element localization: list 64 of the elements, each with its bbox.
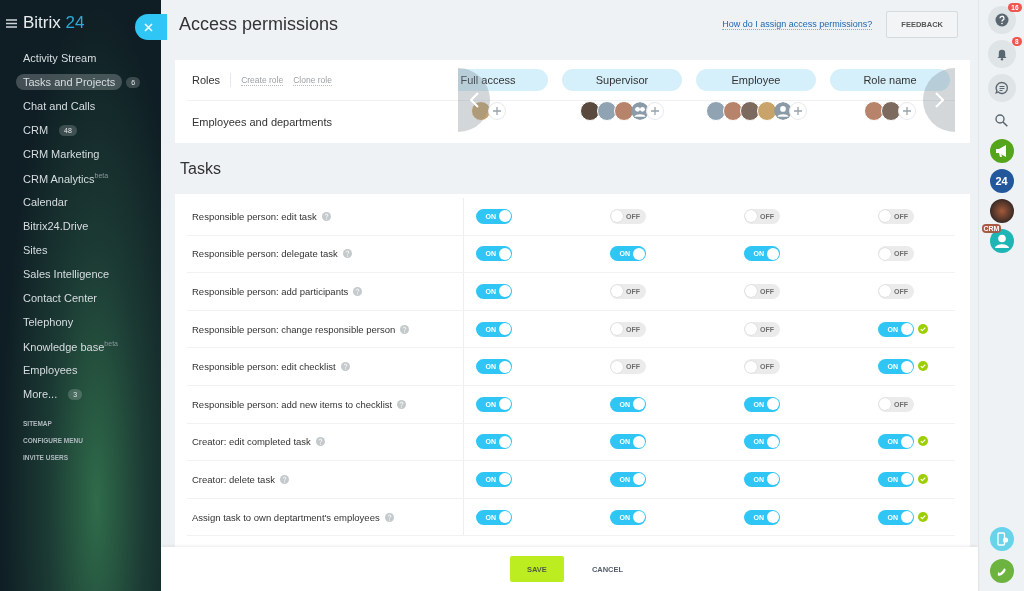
sidebar-item[interactable]: CRM Analytics$^{beta}$ <box>16 169 116 187</box>
help-link[interactable]: How do I assign access permissions? <box>722 18 873 30</box>
permission-label: Assign task to own deptartment's employees <box>192 511 380 523</box>
sidebar-item[interactable]: Knowledge base$^{beta}$ <box>16 337 125 355</box>
bell-icon[interactable] <box>987 40 1016 68</box>
chat-icon[interactable] <box>987 74 1016 102</box>
sidebar-item[interactable]: Tasks and Projects <box>16 74 123 90</box>
avatar-photo <box>470 101 491 121</box>
permission-label: Responsible person: add participants <box>192 286 349 297</box>
avatar-photo <box>614 101 634 121</box>
avatar-photo <box>739 101 760 121</box>
permission-label: Responsible person: edit task <box>192 210 317 222</box>
avatar-photo[interactable] <box>989 199 1014 223</box>
app-button[interactable]: 24 <box>989 169 1014 193</box>
avatar-photo <box>597 101 617 121</box>
add-member-icon[interactable] <box>788 102 807 120</box>
sidebar-item[interactable]: Contact Center <box>16 290 104 306</box>
sidebar-item[interactable]: More... <box>16 386 65 402</box>
sidebar-item[interactable]: Calendar <box>16 194 75 210</box>
permission-label: Responsible person: delegate task <box>192 248 338 260</box>
role-name-pill[interactable]: Employee <box>696 69 816 91</box>
avatar-photo <box>881 101 901 121</box>
permission-label: Creator: edit completed task <box>192 436 311 448</box>
sidebar-item[interactable]: Sales Intelligence <box>16 266 117 282</box>
sidebar-item[interactable]: Bitrix24.Drive <box>16 218 96 234</box>
roles-label: Roles <box>192 74 221 86</box>
permission-label: Responsible person: add new items to checklist <box>192 398 393 410</box>
role-name-pill[interactable]: Supervisor <box>562 69 682 91</box>
avatar-photo <box>756 101 777 121</box>
avatar-photo <box>705 101 726 121</box>
menu-icon[interactable] <box>6 18 17 28</box>
close-button[interactable] <box>135 14 167 40</box>
user-avatar-icon <box>773 102 792 120</box>
add-member-icon[interactable] <box>646 102 664 120</box>
logo: Bitrix 24 <box>23 13 85 33</box>
avatar-photo <box>722 101 743 121</box>
role-name-pill[interactable]: Full access <box>458 69 548 91</box>
page-title: Access permissions <box>179 13 340 35</box>
avatar-photo <box>864 101 884 121</box>
section-title: Tasks <box>179 158 222 179</box>
sidebar-item[interactable]: CRM <box>16 122 56 138</box>
role-action-link[interactable]: Create role <box>241 74 284 86</box>
avatar-photo <box>580 101 600 121</box>
sidebar-item[interactable]: Activity Stream <box>16 50 104 66</box>
megaphone-icon[interactable] <box>989 139 1014 163</box>
sidebar-item[interactable]: Chat and Calls <box>16 98 103 114</box>
role-name-pill[interactable]: Role name <box>830 69 950 91</box>
add-member-icon[interactable] <box>898 102 916 120</box>
sidebar-item[interactable]: CRM Marketing <box>16 146 107 162</box>
members-label: Employees and departments <box>192 116 333 128</box>
search-icon[interactable] <box>995 114 1008 127</box>
close-icon <box>143 22 153 32</box>
phone-cloud-icon[interactable] <box>989 527 1014 551</box>
permission-label: Responsible person: edit checklist <box>192 361 336 373</box>
role-action-link[interactable]: Clone role <box>293 74 332 86</box>
permission-label: Creator: delete task <box>192 473 275 485</box>
permission-label: Responsible person: change responsible person <box>192 323 396 335</box>
user-icon[interactable] <box>989 229 1014 253</box>
sidebar-item[interactable]: Sites <box>16 242 55 258</box>
sidebar-item[interactable]: Employees <box>16 362 85 378</box>
add-member-icon[interactable] <box>487 102 506 120</box>
sidebar-item[interactable]: Telephony <box>16 314 81 330</box>
chevron-left-icon <box>469 92 479 108</box>
chevron-right-icon <box>934 92 944 108</box>
